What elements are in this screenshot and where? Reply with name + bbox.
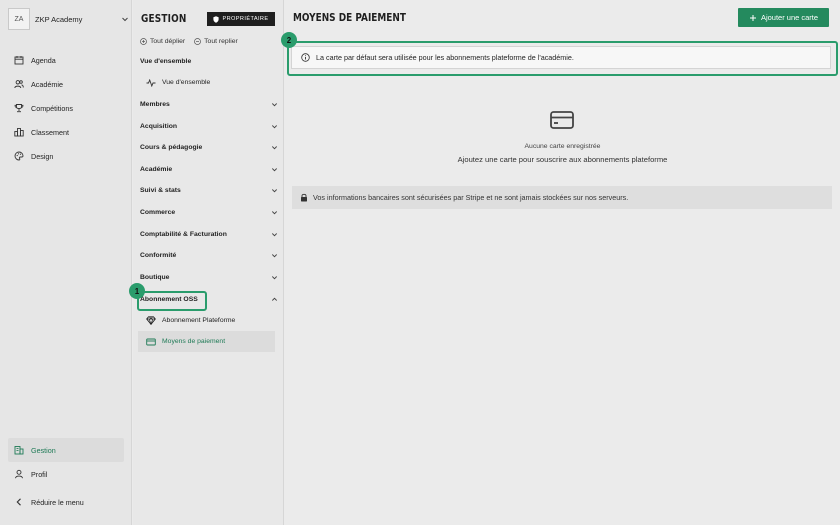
activity-icon [146, 78, 156, 87]
nav-item-label: Classement [31, 127, 69, 137]
nav-item-label: Réduire le menu [31, 497, 84, 507]
expand-all-label: Tout déplier [150, 38, 186, 45]
highlight-badge-1: 1 [129, 283, 145, 299]
building-icon [14, 446, 24, 455]
sub-item-label: Abonnement Plateforme [162, 317, 236, 324]
owner-badge-label: PROPRIÉTAIRE [222, 16, 269, 22]
section-suivi[interactable]: Suivi & stats [140, 187, 278, 194]
calendar-icon [14, 56, 24, 65]
chevron-down-icon [271, 189, 278, 193]
gestion-panel: GESTION PROPRIÉTAIRE Tout déplier Tout r… [133, 0, 284, 525]
section-label: Commerce [140, 209, 176, 216]
org-name: ZKP Academy [35, 14, 83, 24]
circle-plus-icon [140, 38, 147, 45]
section-academie[interactable]: Académie [140, 166, 278, 173]
chevron-down-icon [271, 125, 278, 129]
nav-item-label: Compétitions [31, 103, 73, 113]
chevron-up-icon [271, 297, 278, 301]
highlight-box-1 [137, 291, 207, 311]
podium-icon [14, 128, 24, 137]
plus-icon [749, 14, 756, 21]
chevron-down-icon [271, 146, 278, 150]
page-title: MOYENS DE PAIEMENT [293, 12, 406, 24]
nav-item-label: Gestion [31, 445, 56, 455]
sub-item-label: Vue d'ensemble [162, 79, 211, 86]
chevron-down-icon [118, 15, 132, 23]
section-conformite[interactable]: Conformité [140, 252, 278, 259]
diamond-icon [146, 316, 156, 325]
circle-minus-icon [194, 38, 201, 45]
chevron-down-icon [271, 168, 278, 172]
section-label: Comptabilité & Facturation [140, 231, 227, 238]
section-cours[interactable]: Cours & pédagogie [140, 144, 278, 151]
lock-icon [301, 193, 307, 202]
nav-item-academie[interactable]: Académie [8, 72, 124, 96]
nav-item-profil[interactable]: Profil [8, 462, 124, 486]
nav-item-label: Design [31, 151, 54, 161]
org-avatar: ZA [8, 8, 30, 30]
section-label: Académie [140, 166, 173, 173]
chevron-down-icon [271, 233, 278, 237]
shield-icon [213, 15, 220, 23]
chevron-down-icon [271, 103, 278, 107]
section-membres[interactable]: Membres [140, 101, 278, 108]
nav-item-design[interactable]: Design [8, 144, 124, 168]
chevron-down-icon [271, 254, 278, 258]
security-text: Vos informations bancaires sont sécurisé… [313, 193, 629, 202]
owner-badge: PROPRIÉTAIRE [207, 12, 275, 26]
chevron-left-icon [16, 498, 21, 506]
nav-item-gestion[interactable]: Gestion [8, 438, 124, 462]
main-content: MOYENS DE PAIEMENT Ajouter une carte La … [285, 0, 840, 525]
nav-item-label: Académie [31, 79, 63, 89]
nav-item-competitions[interactable]: Compétitions [8, 96, 124, 120]
main-sidebar: ZA ZKP Academy Agenda Académie Compétiti… [0, 0, 132, 525]
panel-title: GESTION [141, 13, 187, 25]
sub-item-label: Moyens de paiement [162, 338, 226, 345]
highlight-box-2 [287, 41, 838, 76]
add-card-label: Ajouter une carte [760, 13, 819, 22]
section-comptabilite[interactable]: Comptabilité & Facturation [140, 231, 278, 238]
users-icon [14, 80, 24, 89]
chevron-down-icon [271, 211, 278, 215]
section-label: Boutique [140, 274, 170, 281]
nav-item-label: Agenda [31, 55, 56, 65]
chevron-down-icon [271, 276, 278, 280]
section-label: Vue d'ensemble [140, 58, 192, 65]
section-label: Suivi & stats [140, 187, 181, 194]
trophy-icon [14, 104, 24, 113]
user-icon [15, 469, 23, 479]
credit-card-icon [146, 338, 156, 345]
nav-item-label: Profil [31, 469, 48, 479]
section-label: Acquisition [140, 123, 178, 130]
collapse-all-button[interactable]: Tout replier [194, 38, 238, 45]
section-acquisition[interactable]: Acquisition [140, 123, 278, 130]
empty-state-title: Aucune carte enregistrée [524, 143, 601, 150]
section-label: Membres [140, 101, 170, 108]
sub-item-moyens-paiement[interactable]: Moyens de paiement [138, 331, 275, 352]
section-boutique[interactable]: Boutique [140, 274, 278, 281]
empty-state-subtitle: Ajoutez une carte pour souscrire aux abo… [457, 155, 668, 164]
add-card-button[interactable]: Ajouter une carte [738, 8, 829, 27]
sub-item-abonnement-plateforme[interactable]: Abonnement Plateforme [138, 310, 275, 331]
section-label: Cours & pédagogie [140, 144, 203, 151]
collapse-menu-button[interactable]: Réduire le menu [8, 490, 124, 514]
sub-item-overview[interactable]: Vue d'ensemble [138, 72, 275, 93]
org-switcher[interactable]: ZA ZKP Academy [8, 8, 132, 30]
palette-icon [14, 151, 24, 161]
expand-all-button[interactable]: Tout déplier [140, 38, 185, 45]
nav-item-agenda[interactable]: Agenda [8, 48, 124, 72]
highlight-badge-2: 2 [281, 32, 297, 48]
credit-card-icon [550, 111, 574, 129]
section-label: Conformité [140, 252, 177, 259]
section-overview[interactable]: Vue d'ensemble [140, 58, 278, 65]
collapse-all-label: Tout replier [204, 38, 238, 45]
section-commerce[interactable]: Commerce [140, 209, 278, 216]
nav-item-classement[interactable]: Classement [8, 120, 124, 144]
security-notice: Vos informations bancaires sont sécurisé… [292, 186, 832, 209]
